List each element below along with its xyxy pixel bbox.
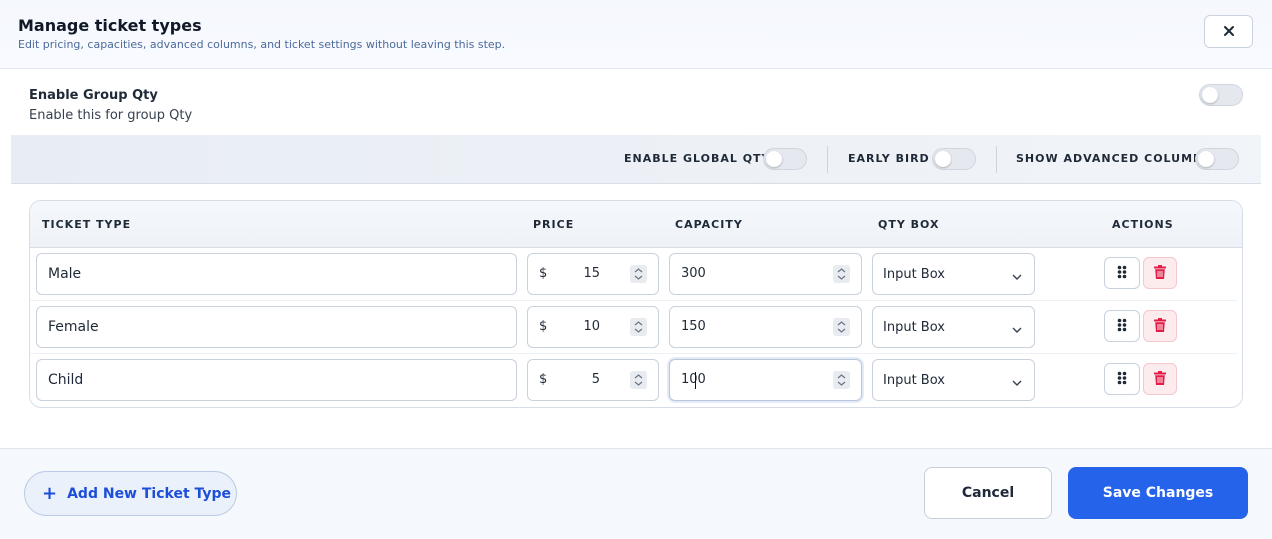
drag-handle-button[interactable] <box>1104 257 1140 289</box>
price-value: 5 <box>591 372 600 387</box>
price-input[interactable]: $ 5 <box>527 359 659 401</box>
capacity-stepper[interactable] <box>833 318 850 336</box>
options-divider <box>996 146 997 173</box>
header-ticket-type: TICKET TYPE <box>42 218 132 231</box>
close-button[interactable] <box>1204 15 1253 48</box>
dialog-header: Manage ticket types Edit pricing, capaci… <box>0 0 1272 69</box>
group-qty-toggle[interactable] <box>1199 84 1243 106</box>
close-icon <box>1223 22 1235 41</box>
group-qty-title: Enable Group Qty <box>29 88 158 103</box>
qty-box-value: Input Box <box>883 372 945 388</box>
price-stepper[interactable] <box>630 265 647 283</box>
qty-box-select[interactable]: Input Box <box>872 253 1035 295</box>
header-qty-box: QTY BOX <box>878 218 940 231</box>
header-price: PRICE <box>533 218 575 231</box>
qty-box-select[interactable]: Input Box <box>872 359 1035 401</box>
capacity-input[interactable]: 100 <box>669 359 862 401</box>
trash-icon <box>1154 264 1166 283</box>
delete-button[interactable] <box>1143 363 1177 395</box>
capacity-value: 150 <box>681 319 706 334</box>
price-input[interactable]: $ 10 <box>527 306 659 348</box>
drag-icon <box>1117 264 1127 283</box>
group-qty-description: Enable this for group Qty <box>29 108 193 123</box>
chevron-down-icon <box>1012 375 1022 390</box>
drag-icon <box>1117 317 1127 336</box>
drag-handle-button[interactable] <box>1104 310 1140 342</box>
price-value: 15 <box>583 266 600 281</box>
dialog-subtitle: Edit pricing, capacities, advanced colum… <box>18 38 506 51</box>
delete-button[interactable] <box>1143 257 1177 289</box>
price-stepper[interactable] <box>630 318 647 336</box>
early-bird-label: EARLY BIRD <box>848 152 930 165</box>
chevron-down-icon <box>1012 322 1022 337</box>
price-value: 10 <box>583 319 600 334</box>
global-qty-toggle[interactable] <box>763 148 807 170</box>
advanced-column-label: SHOW ADVANCED COLUMN <box>1016 152 1204 165</box>
qty-box-select[interactable]: Input Box <box>872 306 1035 348</box>
early-bird-toggle[interactable] <box>932 148 976 170</box>
currency-symbol: $ <box>539 266 548 281</box>
options-divider <box>827 146 828 173</box>
plus-icon: + <box>42 482 58 504</box>
qty-box-value: Input Box <box>883 266 945 282</box>
dialog-title: Manage ticket types <box>18 16 202 35</box>
row-divider <box>30 300 1237 301</box>
trash-icon <box>1154 370 1166 389</box>
table-header: TICKET TYPE PRICE CAPACITY QTY BOX ACTIO… <box>30 201 1242 248</box>
price-stepper[interactable] <box>630 371 647 389</box>
add-ticket-type-label: Add New Ticket Type <box>67 485 232 502</box>
capacity-stepper[interactable] <box>833 371 850 389</box>
text-caret <box>695 372 696 389</box>
delete-button[interactable] <box>1143 310 1177 342</box>
global-qty-label: ENABLE GLOBAL QTY <box>624 152 771 165</box>
drag-handle-button[interactable] <box>1104 363 1140 395</box>
add-ticket-type-button[interactable]: + Add New Ticket Type <box>24 471 237 516</box>
row-divider <box>30 353 1237 354</box>
capacity-value: 100 <box>681 372 706 387</box>
drag-icon <box>1117 370 1127 389</box>
ticket-name-input[interactable]: Child <box>36 359 517 401</box>
trash-icon <box>1154 317 1166 336</box>
capacity-value: 300 <box>681 266 706 281</box>
price-input[interactable]: $ 15 <box>527 253 659 295</box>
currency-symbol: $ <box>539 319 548 334</box>
qty-box-value: Input Box <box>883 319 945 335</box>
capacity-input[interactable]: 300 <box>669 253 862 295</box>
capacity-input[interactable]: 150 <box>669 306 862 348</box>
chevron-down-icon <box>1012 269 1022 284</box>
ticket-name-input[interactable]: Male <box>36 253 517 295</box>
header-actions: ACTIONS <box>1112 218 1174 231</box>
currency-symbol: $ <box>539 372 548 387</box>
save-button[interactable]: Save Changes <box>1068 467 1248 519</box>
ticket-name-input[interactable]: Female <box>36 306 517 348</box>
capacity-stepper[interactable] <box>833 265 850 283</box>
advanced-column-toggle[interactable] <box>1195 148 1239 170</box>
cancel-button[interactable]: Cancel <box>924 467 1052 519</box>
header-capacity: CAPACITY <box>675 218 743 231</box>
